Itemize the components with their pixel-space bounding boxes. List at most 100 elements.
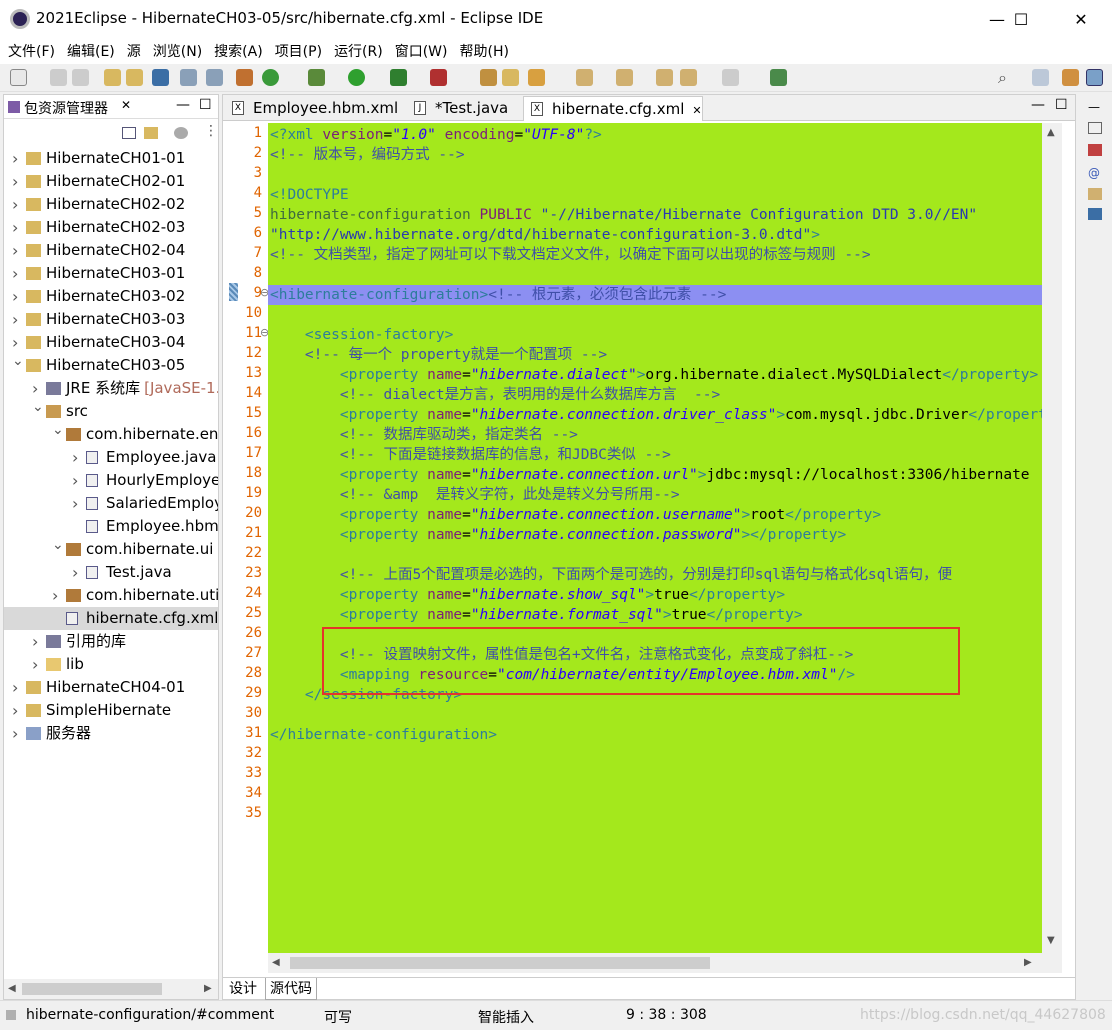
chevron-right-icon[interactable]: › bbox=[12, 193, 24, 216]
tree-item[interactable]: › HibernateCH04-01 bbox=[4, 676, 218, 699]
tree-item[interactable]: hibernate.cfg.xml bbox=[4, 607, 218, 630]
previous-annotation-icon[interactable] bbox=[616, 69, 633, 86]
javadoc-icon[interactable]: @ bbox=[1088, 166, 1100, 180]
editor-scroll-thumb[interactable] bbox=[290, 957, 710, 969]
chevron-down-icon[interactable]: ⌄ bbox=[52, 538, 64, 557]
menu-item[interactable]: 窗口(W) bbox=[389, 41, 454, 61]
scroll-left-icon[interactable]: ◀ bbox=[8, 983, 16, 994]
chevron-right-icon[interactable]: › bbox=[12, 216, 24, 239]
refresh-icon[interactable] bbox=[262, 69, 279, 86]
chevron-right-icon[interactable]: › bbox=[12, 170, 24, 193]
chevron-right-icon[interactable]: › bbox=[72, 446, 84, 469]
menu-item[interactable]: 项目(P) bbox=[269, 41, 328, 61]
chevron-right-icon[interactable]: › bbox=[32, 653, 44, 676]
mode-tab[interactable]: 源代码 bbox=[265, 978, 317, 1000]
maximize-button[interactable]: ☐ bbox=[998, 0, 1044, 38]
debug-view-icon[interactable] bbox=[206, 69, 223, 86]
console-icon[interactable] bbox=[152, 69, 169, 86]
build-icon[interactable] bbox=[236, 69, 253, 86]
chevron-right-icon[interactable]: › bbox=[12, 676, 24, 699]
close-tab-icon[interactable]: ✕ bbox=[692, 104, 701, 117]
tree-item[interactable]: › Employee.java bbox=[4, 446, 218, 469]
tree-item[interactable]: › Test.java bbox=[4, 561, 218, 584]
tree-item[interactable]: › HourlyEmploye bbox=[4, 469, 218, 492]
editor-horizontal-scrollbar[interactable]: ◀ ▶ bbox=[268, 953, 1062, 973]
link-with-editor-icon[interactable] bbox=[144, 127, 158, 139]
editor-vertical-scrollbar[interactable]: ▲ ▼ bbox=[1042, 123, 1062, 953]
chevron-right-icon[interactable]: › bbox=[12, 147, 24, 170]
menu-item[interactable]: 搜索(A) bbox=[208, 41, 269, 61]
maximize-view-button[interactable]: ☐ bbox=[199, 97, 212, 113]
java-perspective-icon[interactable] bbox=[1086, 69, 1103, 86]
tree-item[interactable]: › HibernateCH03-02 bbox=[4, 285, 218, 308]
last-edit-icon[interactable] bbox=[656, 69, 673, 86]
code-editor[interactable]: <?xml version="1.0" encoding="UTF-8"?> <!… bbox=[268, 123, 1042, 953]
pin-editor-icon[interactable] bbox=[770, 69, 787, 86]
tree-item[interactable]: › lib bbox=[4, 653, 218, 676]
scroll-left-icon[interactable]: ◀ bbox=[272, 957, 280, 968]
new-java-project-icon[interactable] bbox=[480, 69, 497, 86]
left-horizontal-scrollbar[interactable]: ◀ ▶ bbox=[4, 979, 218, 999]
chevron-down-icon[interactable]: ⌄ bbox=[52, 423, 64, 442]
tree-item[interactable]: ⌄ com.hibernate.en bbox=[4, 423, 218, 446]
next-annotation-icon[interactable] bbox=[576, 69, 593, 86]
tab-test-java[interactable]: J *Test.java bbox=[407, 96, 517, 121]
coverage-icon[interactable] bbox=[390, 69, 407, 86]
scroll-right-icon[interactable]: ▶ bbox=[1024, 957, 1032, 968]
chevron-right-icon[interactable]: › bbox=[12, 285, 24, 308]
chevron-down-icon[interactable]: ⌄ bbox=[12, 354, 24, 373]
tree-item[interactable]: › HibernateCH03-04 bbox=[4, 331, 218, 354]
chevron-right-icon[interactable]: › bbox=[12, 699, 24, 722]
tree-item[interactable]: ⌄ HibernateCH03-05 bbox=[4, 354, 218, 377]
declaration-icon[interactable] bbox=[1088, 188, 1102, 200]
tree-item[interactable]: › HibernateCH02-04 bbox=[4, 239, 218, 262]
java-ee-perspective-icon[interactable] bbox=[1062, 69, 1079, 86]
chevron-down-icon[interactable]: ⌄ bbox=[32, 400, 44, 419]
scroll-right-icon[interactable]: ▶ bbox=[204, 983, 212, 994]
menu-item[interactable]: 浏览(N) bbox=[147, 41, 208, 61]
menu-item[interactable]: 文件(F) bbox=[2, 41, 61, 61]
tree-item[interactable]: › HibernateCH01-01 bbox=[4, 147, 218, 170]
collapse-all-icon[interactable] bbox=[122, 127, 136, 139]
chevron-right-icon[interactable]: › bbox=[12, 239, 24, 262]
view-menu-icon[interactable]: ⋮ bbox=[204, 123, 218, 139]
external-tools-icon[interactable] bbox=[430, 69, 447, 86]
tree-item[interactable]: ⌄ com.hibernate.ui bbox=[4, 538, 218, 561]
chevron-right-icon[interactable]: › bbox=[72, 469, 84, 492]
restore-icon[interactable] bbox=[1088, 122, 1102, 134]
mode-tab[interactable]: 设计 bbox=[225, 978, 261, 1000]
tree-item[interactable]: › com.hibernate.uti bbox=[4, 584, 218, 607]
chevron-right-icon[interactable]: › bbox=[72, 561, 84, 584]
chevron-right-icon[interactable]: › bbox=[72, 492, 84, 515]
menu-item[interactable]: 编辑(E) bbox=[61, 41, 121, 61]
tree-item[interactable]: › 服务器 bbox=[4, 722, 218, 745]
open-perspective-icon[interactable] bbox=[1032, 69, 1049, 86]
scroll-up-icon[interactable]: ▲ bbox=[1047, 127, 1055, 138]
chevron-right-icon[interactable]: › bbox=[12, 722, 24, 745]
skip-breakpoints-icon[interactable] bbox=[180, 69, 197, 86]
tree-item[interactable]: › SimpleHibernate bbox=[4, 699, 218, 722]
tree-item[interactable]: › HibernateCH03-01 bbox=[4, 262, 218, 285]
chevron-right-icon[interactable]: › bbox=[12, 262, 24, 285]
chevron-right-icon[interactable]: › bbox=[32, 630, 44, 653]
tab-employee-hbm-xml[interactable]: X Employee.hbm.xml bbox=[225, 96, 401, 121]
chevron-right-icon[interactable]: › bbox=[12, 308, 24, 331]
tree-item[interactable]: › HibernateCH02-02 bbox=[4, 193, 218, 216]
tree-item[interactable]: Employee.hbm bbox=[4, 515, 218, 538]
open-resource-icon[interactable] bbox=[126, 69, 143, 86]
chevron-right-icon[interactable]: › bbox=[52, 584, 64, 607]
tree-item[interactable]: › SalariedEmploy bbox=[4, 492, 218, 515]
save-icon[interactable] bbox=[50, 69, 67, 86]
run-icon[interactable] bbox=[348, 69, 365, 86]
forward-icon[interactable] bbox=[722, 69, 739, 86]
menu-item[interactable]: 源 bbox=[121, 41, 147, 61]
menu-item[interactable]: 运行(R) bbox=[328, 41, 389, 61]
tab-hibernate-cfg-xml[interactable]: Xhibernate.cfg.xml ✕ bbox=[523, 96, 703, 121]
tree-item[interactable]: › HibernateCH02-03 bbox=[4, 216, 218, 239]
package-explorer-tab[interactable]: 包资源管理器 ✕ — ☐ bbox=[4, 95, 218, 119]
minimize-editor-button[interactable]: — bbox=[1031, 97, 1045, 113]
left-scroll-thumb[interactable] bbox=[22, 983, 162, 995]
filters-icon[interactable] bbox=[174, 127, 188, 139]
minimize-view-button[interactable]: — bbox=[176, 97, 190, 113]
close-view-button[interactable]: ✕ bbox=[121, 98, 131, 112]
